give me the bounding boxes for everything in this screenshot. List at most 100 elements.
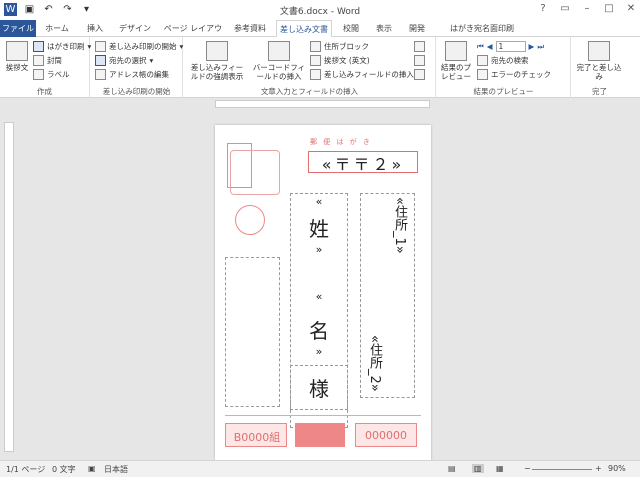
start-merge-button[interactable]: 差し込み印刷の開始 ▾ bbox=[95, 41, 183, 52]
postal-code-field[interactable]: «〒〒２» bbox=[311, 151, 415, 175]
maximize-icon[interactable]: □ bbox=[602, 2, 616, 16]
footer-left-text: B0000組 bbox=[233, 431, 281, 444]
tab-page-layout[interactable]: ページ レイアウト bbox=[160, 20, 226, 50]
envelope-icon bbox=[33, 55, 44, 66]
address1-field[interactable]: «住所_1» bbox=[390, 197, 409, 254]
greeting-button[interactable]: 挨拶文 bbox=[3, 41, 31, 72]
print-layout-icon[interactable]: ▥ bbox=[472, 464, 484, 473]
minimize-icon[interactable]: – bbox=[580, 2, 594, 16]
prev-record-icon[interactable]: ◀ bbox=[487, 42, 493, 51]
tab-insert[interactable]: 挿入 bbox=[80, 20, 110, 37]
greeting-en-button[interactable]: 挨拶文 (英文) bbox=[310, 55, 370, 66]
barcode-icon bbox=[268, 41, 290, 61]
last-record-icon[interactable]: ⏭ bbox=[537, 42, 544, 52]
name2-field[interactable]: 名 bbox=[290, 315, 348, 344]
hagaki-button[interactable]: はがき印刷 ▾ bbox=[33, 41, 91, 52]
honorific-field[interactable]: 様 bbox=[290, 373, 348, 402]
envelope-button[interactable]: 封筒 bbox=[33, 55, 62, 66]
language[interactable]: 日本語 bbox=[104, 464, 128, 475]
labels-icon bbox=[33, 69, 44, 80]
name1-open-mark: « bbox=[315, 195, 323, 208]
finish-icon bbox=[588, 41, 610, 61]
tab-developer[interactable]: 開発 bbox=[403, 20, 431, 37]
tab-mailings[interactable]: 差し込み文書 bbox=[276, 20, 332, 38]
edit-list-button[interactable]: アドレス帳の編集 bbox=[95, 69, 169, 80]
postcard-header: 郵 便 は が き bbox=[310, 138, 372, 146]
preview-icon bbox=[445, 41, 467, 61]
vertical-ruler bbox=[4, 122, 14, 452]
match-fields-button[interactable] bbox=[414, 55, 425, 66]
footer-right-text: 000000 bbox=[365, 429, 407, 442]
select-recipients-button[interactable]: 宛先の選択 ▾ bbox=[95, 55, 153, 66]
group-preview: 結果のプレビュー ⏮ ◀ 1 ▶ ⏭ 宛先の検索 エラーのチェック 結果のプレビ… bbox=[437, 37, 571, 98]
recipients-icon bbox=[95, 55, 106, 66]
window-controls: ? ▭ – □ ✕ bbox=[536, 2, 638, 16]
address-block-icon bbox=[310, 41, 321, 52]
update-labels-icon bbox=[414, 69, 425, 80]
name2-open-mark: « bbox=[315, 290, 323, 303]
address-block-button[interactable]: 住所ブロック bbox=[310, 41, 369, 52]
tab-file[interactable]: ファイル bbox=[0, 20, 36, 37]
zoom-level[interactable]: 90% bbox=[608, 464, 626, 473]
check-errors-icon bbox=[477, 69, 488, 80]
find-recipient-button[interactable]: 宛先の検索 bbox=[477, 55, 529, 66]
group-start-merge: 差し込み印刷の開始 ▾ 宛先の選択 ▾ アドレス帳の編集 差し込み印刷の開始 bbox=[91, 37, 183, 98]
proofing-icon[interactable]: ▣ bbox=[88, 464, 96, 473]
tab-review[interactable]: 校閲 bbox=[337, 20, 365, 37]
footer-mid-box bbox=[295, 423, 345, 447]
group-create: 挨拶文 はがき印刷 ▾ 封筒 ラベル 作成 bbox=[0, 37, 91, 98]
rules-icon bbox=[414, 41, 425, 52]
tab-design[interactable]: デザイン bbox=[115, 20, 155, 37]
ribbon-tabs: ファイル ホーム 挿入 デザイン ページ レイアウト 参考資料 差し込み文書 校… bbox=[0, 20, 640, 50]
update-labels-button[interactable] bbox=[414, 69, 425, 80]
name1-field[interactable]: 姓 bbox=[290, 213, 348, 242]
stamp-image bbox=[230, 150, 280, 195]
close-icon[interactable]: ✕ bbox=[624, 2, 638, 16]
rules-button[interactable] bbox=[414, 41, 425, 52]
ribbon: 挨拶文 はがき印刷 ▾ 封筒 ラベル 作成 差し込み印刷の開始 ▾ 宛先の選択 ▾ ア… bbox=[0, 37, 640, 98]
finish-merge-button[interactable]: 完了と差し込み bbox=[574, 41, 624, 81]
postmark bbox=[235, 205, 265, 235]
first-record-icon[interactable]: ⏮ bbox=[477, 42, 484, 52]
name1-close-mark: » bbox=[315, 243, 323, 256]
group-write-insert: 差し込みフィールドの強調表示 バーコードフィールドの挿入 住所ブロック 挨拶文 … bbox=[184, 37, 436, 98]
title-bar: W ▣ ↶ ↷ ▾ 文書6.docx - Word ? ▭ – □ ✕ bbox=[0, 0, 640, 20]
barcode-field-button[interactable]: バーコードフィールドの挿入 bbox=[250, 41, 308, 81]
greeting-en-icon bbox=[310, 55, 321, 66]
edit-list-icon bbox=[95, 69, 106, 80]
page-count[interactable]: 1/1 ページ bbox=[6, 464, 45, 475]
start-merge-icon bbox=[95, 41, 106, 52]
status-bar: 1/1 ページ 0 文字 ▣ 日本語 ▤ ▥ ▦ − + 90% bbox=[0, 460, 640, 477]
hagaki-icon bbox=[33, 41, 44, 52]
vertical-scrollbar[interactable] bbox=[630, 109, 640, 460]
word-count[interactable]: 0 文字 bbox=[52, 464, 76, 475]
horizontal-ruler bbox=[0, 99, 640, 109]
group-finish: 完了と差し込み 完了 bbox=[572, 37, 627, 98]
record-input[interactable]: 1 bbox=[495, 41, 526, 52]
next-record-icon[interactable]: ▶ bbox=[529, 42, 535, 51]
zoom-out-icon[interactable]: − bbox=[524, 464, 531, 473]
ribbon-display-icon[interactable]: ▭ bbox=[558, 2, 572, 16]
zoom-slider[interactable] bbox=[532, 469, 592, 470]
greeting-icon bbox=[6, 41, 28, 61]
insert-field-button[interactable]: 差し込みフィールドの挿入▾ bbox=[310, 69, 421, 80]
web-layout-icon[interactable]: ▦ bbox=[496, 464, 504, 473]
tab-home[interactable]: ホーム bbox=[40, 20, 74, 37]
address2-field[interactable]: «住所_2» bbox=[365, 335, 384, 392]
tab-hagaki[interactable]: はがき宛名面印刷 bbox=[440, 20, 524, 37]
help-icon[interactable]: ? bbox=[536, 2, 550, 16]
tab-references[interactable]: 参考資料 bbox=[228, 20, 272, 37]
find-icon bbox=[477, 55, 488, 66]
labels-button[interactable]: ラベル bbox=[33, 69, 70, 80]
document-page: 郵 便 は が き «〒〒２» « 姓 » « 名 » 様 «住所_1» «住所… bbox=[215, 125, 431, 460]
preview-results-button[interactable]: 結果のプレビュー bbox=[439, 41, 473, 81]
highlight-icon bbox=[206, 41, 228, 61]
name2-close-mark: » bbox=[315, 345, 323, 358]
tab-view[interactable]: 表示 bbox=[370, 20, 398, 37]
zoom-in-icon[interactable]: + bbox=[595, 464, 602, 473]
read-mode-icon[interactable]: ▤ bbox=[448, 464, 456, 473]
sender-frame bbox=[225, 257, 280, 407]
record-navigation: ⏮ ◀ 1 ▶ ⏭ bbox=[477, 41, 544, 52]
highlight-fields-button[interactable]: 差し込みフィールドの強調表示 bbox=[188, 41, 246, 81]
check-errors-button[interactable]: エラーのチェック bbox=[477, 69, 551, 80]
